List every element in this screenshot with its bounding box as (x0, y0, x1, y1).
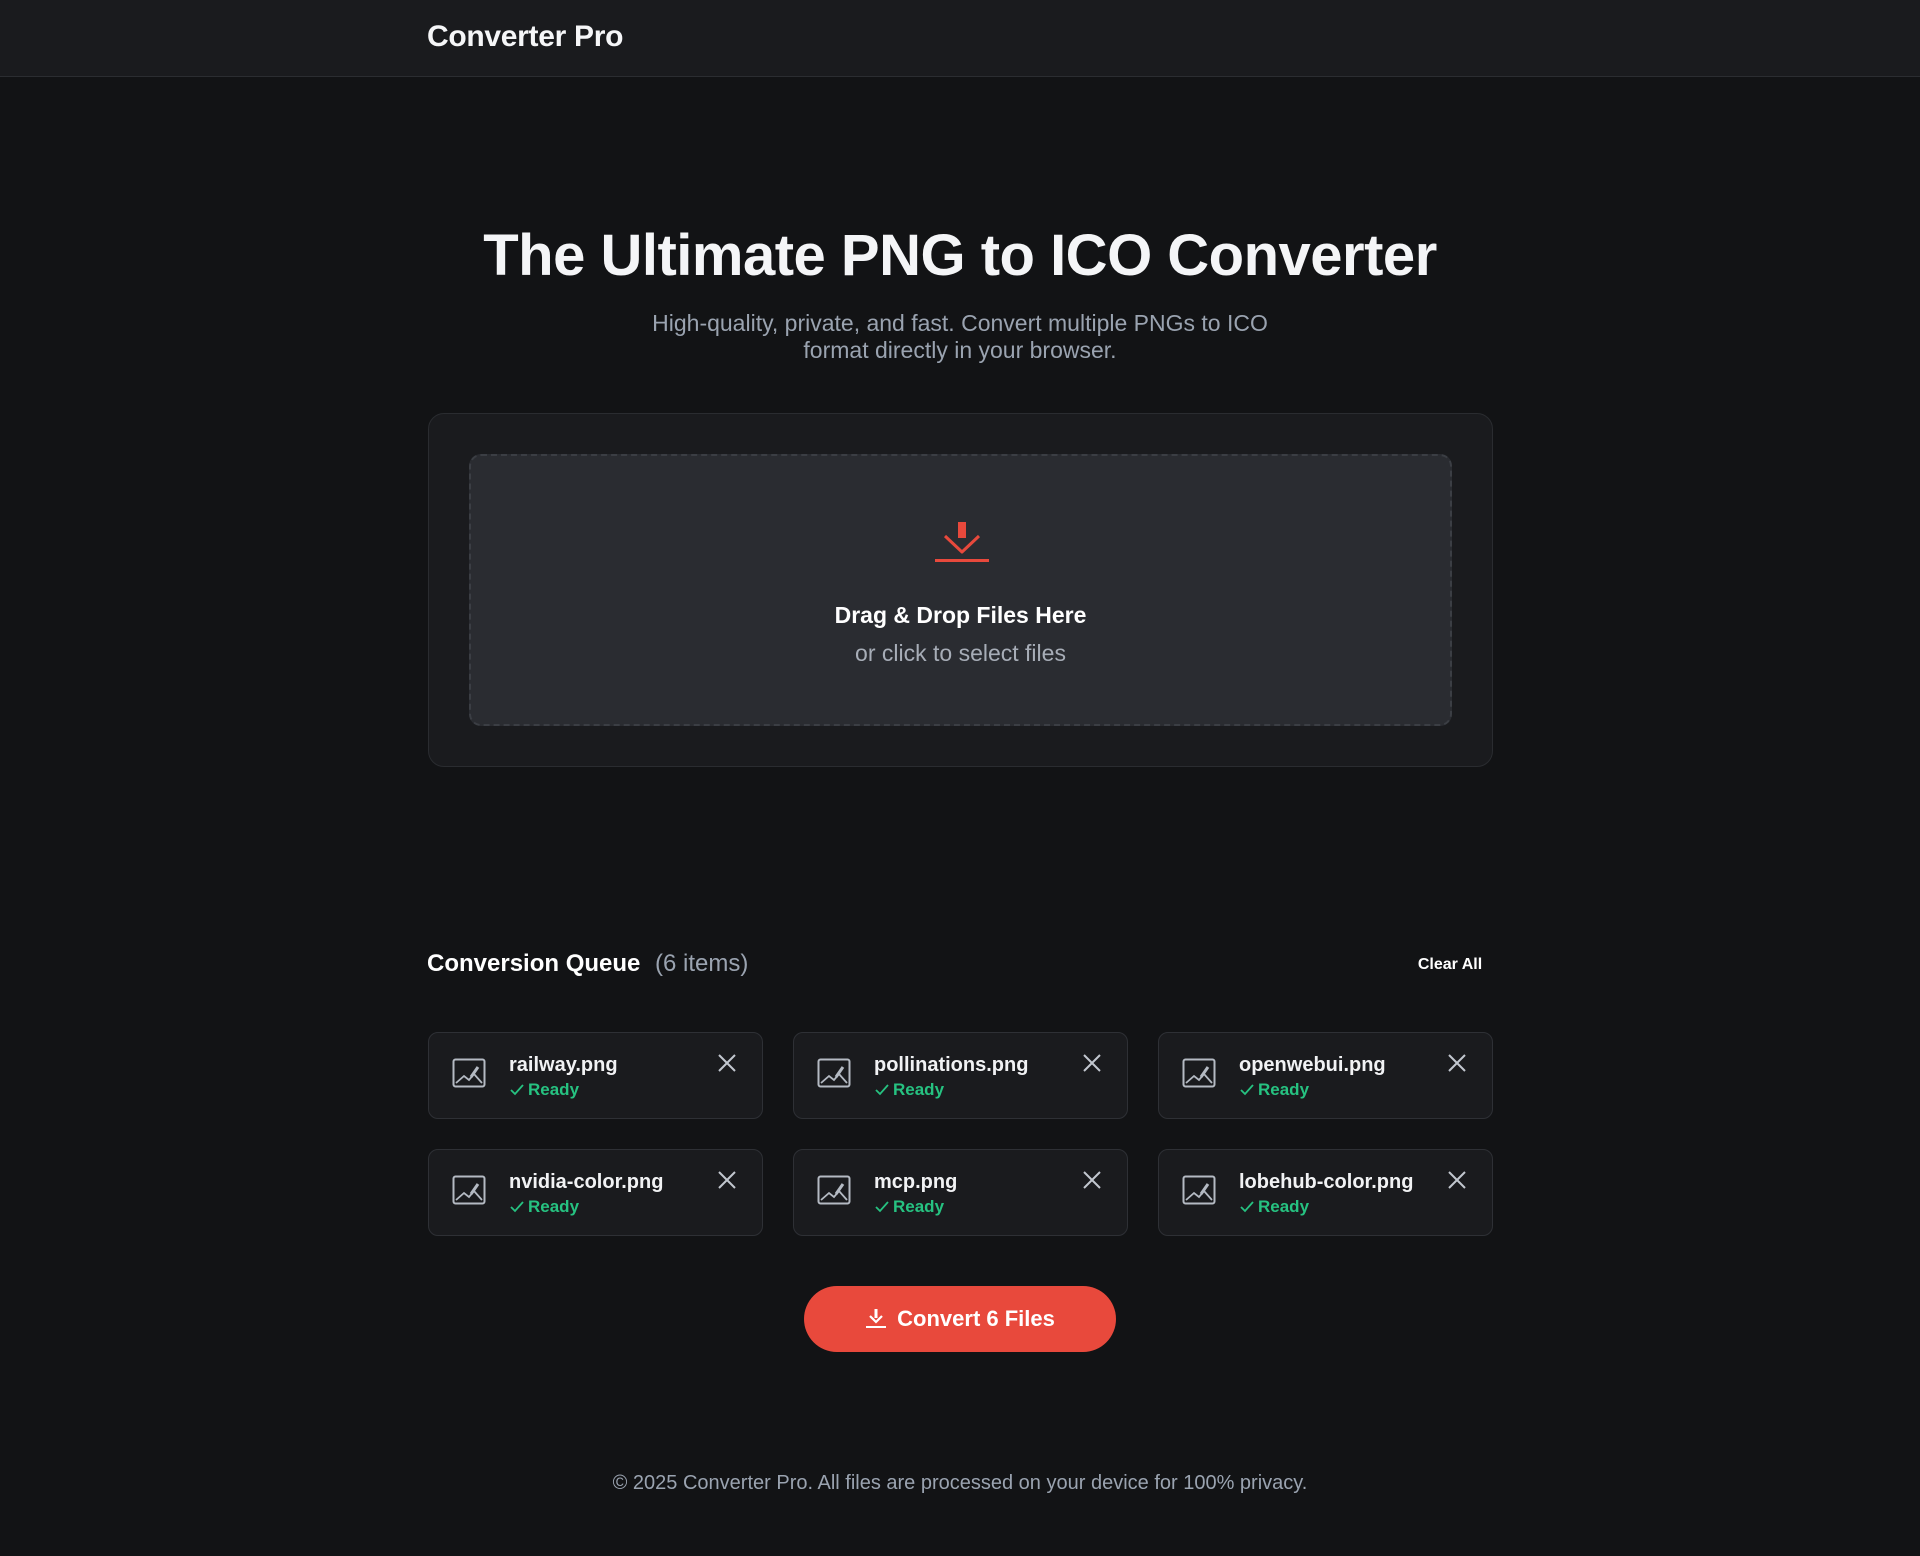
remove-file-button[interactable] (1081, 1169, 1103, 1191)
footer-text: © 2025 Converter Pro. All files are proc… (612, 1472, 1308, 1494)
brand-logo[interactable]: Converter Pro (427, 20, 623, 54)
check-icon (510, 1201, 524, 1213)
file-name: pollinations.png (874, 1054, 1029, 1076)
page-title: The Ultimate PNG to ICO Converter (483, 223, 1437, 288)
file-status: Ready (510, 1080, 579, 1100)
file-status: Ready (1240, 1080, 1309, 1100)
file-dropzone[interactable]: Drag & Drop Files Here or click to selec… (469, 454, 1452, 726)
download-icon (935, 522, 989, 562)
page-subtitle: High-quality, private, and fast. Convert… (652, 310, 1268, 363)
close-icon (1448, 1171, 1466, 1189)
download-icon (866, 1309, 887, 1328)
check-icon (1240, 1084, 1254, 1096)
top-bar: Converter Pro (0, 0, 1920, 77)
queue-title: Conversion Queue (427, 950, 641, 977)
file-status-label: Ready (893, 1197, 945, 1216)
image-file-icon (452, 1175, 486, 1205)
close-icon (1083, 1171, 1101, 1189)
check-icon (875, 1084, 889, 1096)
image-file-icon (1182, 1175, 1216, 1205)
file-name: mcp.png (874, 1171, 958, 1193)
file-status-label: Ready (1258, 1080, 1310, 1099)
close-icon (718, 1054, 736, 1072)
close-icon (718, 1171, 736, 1189)
file-card: openwebui.png Ready (1158, 1032, 1493, 1119)
queue-count: (6 items) (655, 950, 749, 977)
convert-button-label: Convert 6 Files (897, 1306, 1055, 1331)
file-card: railway.png Ready (428, 1032, 763, 1119)
check-icon (1240, 1201, 1254, 1213)
file-status-label: Ready (528, 1080, 580, 1099)
check-icon (875, 1201, 889, 1213)
remove-file-button[interactable] (1081, 1052, 1103, 1074)
image-file-icon (1182, 1058, 1216, 1088)
check-icon (510, 1084, 524, 1096)
file-name: nvidia-color.png (509, 1171, 664, 1193)
close-icon (1448, 1054, 1466, 1072)
file-name: openwebui.png (1239, 1054, 1386, 1076)
file-card: nvidia-color.png Ready (428, 1149, 763, 1236)
file-status: Ready (510, 1197, 579, 1217)
remove-file-button[interactable] (1446, 1052, 1468, 1074)
remove-file-button[interactable] (716, 1052, 738, 1074)
file-status: Ready (875, 1197, 944, 1217)
close-icon (1083, 1054, 1101, 1072)
image-file-icon (452, 1058, 486, 1088)
dropzone-hint: or click to select files (855, 640, 1066, 666)
file-card: mcp.png Ready (793, 1149, 1128, 1236)
file-card: lobehub-color.png Ready (1158, 1149, 1493, 1236)
remove-file-button[interactable] (1446, 1169, 1468, 1191)
file-card: pollinations.png Ready (793, 1032, 1128, 1119)
file-status-label: Ready (893, 1080, 945, 1099)
file-name: lobehub-color.png (1239, 1171, 1414, 1193)
clear-all-button[interactable]: Clear All (1400, 954, 1500, 976)
dropzone-title: Drag & Drop Files Here (834, 602, 1087, 628)
file-name: railway.png (509, 1054, 618, 1076)
file-status-label: Ready (1258, 1197, 1310, 1216)
convert-files-button[interactable]: Convert 6 Files (804, 1286, 1116, 1352)
image-file-icon (817, 1175, 851, 1205)
image-file-icon (817, 1058, 851, 1088)
file-status: Ready (1240, 1197, 1309, 1217)
remove-file-button[interactable] (716, 1169, 738, 1191)
file-status-label: Ready (528, 1197, 580, 1216)
file-status: Ready (875, 1080, 944, 1100)
